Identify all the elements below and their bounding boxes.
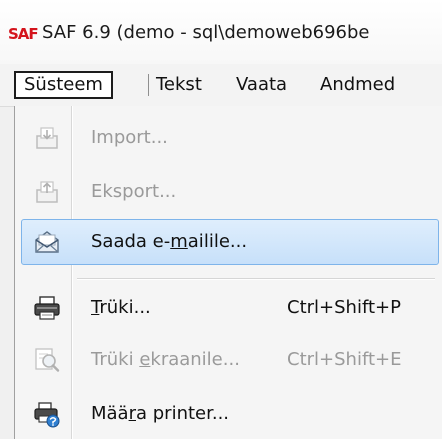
label-text: Mää [91,403,129,424]
menu-item-send-email[interactable]: Saada e-mailile... [21,219,439,265]
menu-item-label: Import... [91,115,168,161]
menu-susteem[interactable]: Süsteem [14,71,113,99]
saf-logo-text: SAF [8,25,38,41]
import-icon [36,127,58,149]
window-title: SAF 6.9 (demo - sql\demoweb696be [42,22,370,43]
app-window: SAF SAF 6.9 (demo - sql\demoweb696be Süs… [0,0,442,439]
label-text-rest: a printer... [136,403,230,424]
susteem-dropdown-menu: Import... Eksport... Saada e-mailile... [14,106,442,439]
mnemonic-letter: r [128,403,136,424]
shortcut-print-to-screen: Ctrl+Shift+E [287,349,402,370]
label-text: Eksport... [91,181,177,202]
label-text: Trüki [91,349,140,370]
print-preview-icon [35,348,60,372]
menu-bar: Süsteem Tekst Vaata Andmed [0,64,442,107]
mnemonic-letter: m [170,231,188,252]
shortcut-print: Ctrl+Shift+P [287,297,401,318]
email-icon [35,231,59,253]
label-text: Import... [91,127,168,148]
menu-item-print[interactable]: Trüki... Ctrl+Shift+P [17,285,442,331]
menu-item-printer-setup[interactable]: Määra printer... [17,391,442,437]
menubar-divider [148,74,149,96]
label-text-rest: kraanile... [150,349,240,370]
menu-item-print-to-screen[interactable]: Trüki ekraanile... Ctrl+Shift+E [17,337,442,383]
menu-item-label: Trüki... [91,285,151,331]
menu-item-label: Trüki ekraanile... [91,337,240,383]
menu-andmed[interactable]: Andmed [320,71,395,99]
menu-item-import[interactable]: Import... [17,115,442,161]
menu-item-label: Eksport... [91,169,176,215]
label-text-rest: rüki... [99,297,151,318]
printer-setup-icon [34,402,60,428]
menu-separator [77,278,435,280]
menu-item-label: Määra printer... [91,391,229,437]
mnemonic-letter: e [139,349,151,370]
menu-item-label: Saada e-mailile... [91,220,247,266]
saf-logo-icon: SAF [8,25,38,41]
label-text: Saada e- [91,231,171,252]
label-text-rest: ailile... [187,231,248,252]
menu-vaata[interactable]: Vaata [236,71,287,99]
menu-item-export[interactable]: Eksport... [17,169,442,215]
export-icon [36,181,58,203]
title-bar: SAF SAF 6.9 (demo - sql\demoweb696be [0,0,442,65]
printer-icon [34,296,60,320]
menu-tekst[interactable]: Tekst [156,71,202,99]
